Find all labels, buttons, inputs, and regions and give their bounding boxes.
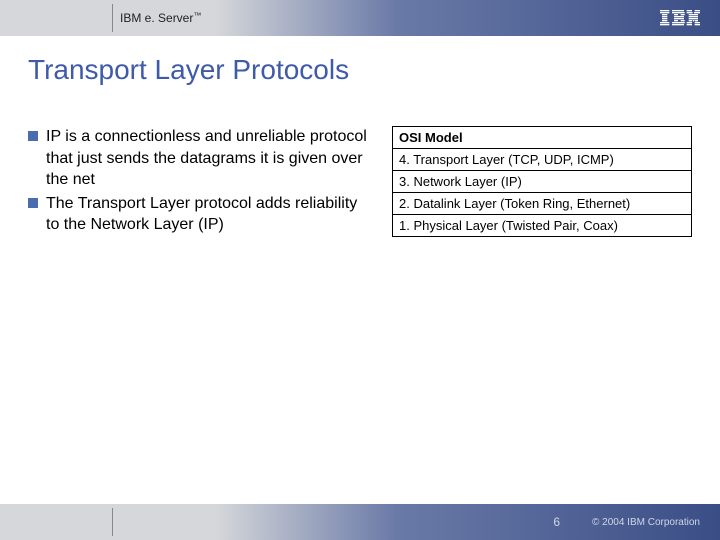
- osi-cell: 4. Transport Layer (TCP, UDP, ICMP): [393, 149, 692, 171]
- brand-tm: ™: [193, 11, 201, 20]
- table-row: 2. Datalink Layer (Token Ring, Ethernet): [393, 193, 692, 215]
- page-title: Transport Layer Protocols: [0, 36, 720, 86]
- osi-table: OSI Model 4. Transport Layer (TCP, UDP, …: [392, 126, 692, 237]
- header-divider: [112, 4, 113, 32]
- bullet-list: IP is a connectionless and unreliable pr…: [28, 126, 372, 504]
- bullet-text: IP is a connectionless and unreliable pr…: [46, 126, 372, 191]
- table-row: OSI Model: [393, 127, 692, 149]
- page-number: 6: [553, 515, 560, 529]
- osi-diagram: OSI Model 4. Transport Layer (TCP, UDP, …: [392, 126, 692, 504]
- osi-heading: OSI Model: [393, 127, 692, 149]
- bullet-icon: [28, 198, 38, 208]
- brand-prefix: IBM e. Server: [120, 11, 193, 25]
- table-row: 1. Physical Layer (Twisted Pair, Coax): [393, 215, 692, 237]
- footer-bar: 6 © 2004 IBM Corporation: [0, 504, 720, 540]
- footer-divider: [112, 508, 113, 536]
- table-row: 4. Transport Layer (TCP, UDP, ICMP): [393, 149, 692, 171]
- content-area: IP is a connectionless and unreliable pr…: [0, 86, 720, 504]
- osi-cell: 3. Network Layer (IP): [393, 171, 692, 193]
- brand-label: IBM e. Server™: [120, 11, 201, 25]
- ibm-logo-icon: [660, 10, 700, 31]
- table-row: 3. Network Layer (IP): [393, 171, 692, 193]
- bullet-text: The Transport Layer protocol adds reliab…: [46, 193, 372, 236]
- osi-cell: 1. Physical Layer (Twisted Pair, Coax): [393, 215, 692, 237]
- list-item: The Transport Layer protocol adds reliab…: [28, 193, 372, 236]
- osi-cell: 2. Datalink Layer (Token Ring, Ethernet): [393, 193, 692, 215]
- header-bar: IBM e. Server™: [0, 0, 720, 36]
- copyright-label: © 2004 IBM Corporation: [592, 517, 700, 528]
- bullet-icon: [28, 131, 38, 141]
- slide: IBM e. Server™: [0, 0, 720, 540]
- list-item: IP is a connectionless and unreliable pr…: [28, 126, 372, 191]
